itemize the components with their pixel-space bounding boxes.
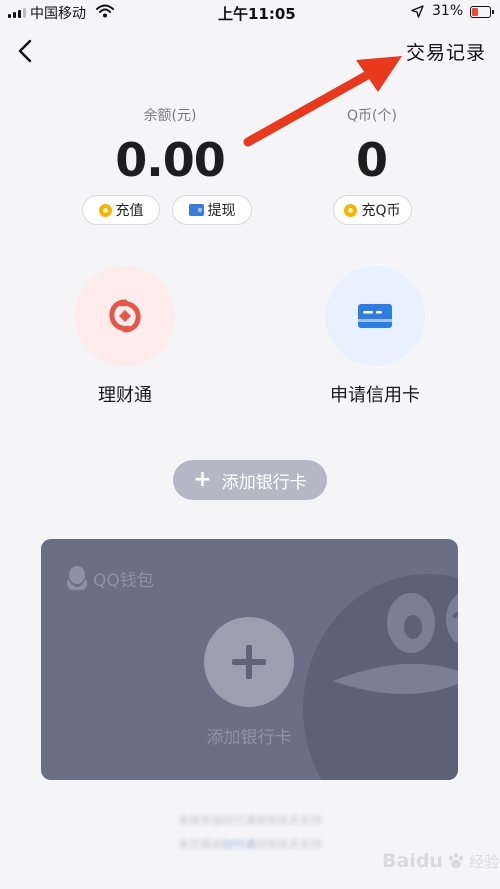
balance-label: 余额(元) (143, 108, 197, 124)
withdraw-button[interactable]: 提现 (172, 195, 252, 225)
card-add-label: 添加银行卡 (206, 728, 292, 748)
coin-icon (98, 203, 112, 217)
watermark-text: Baidu (382, 850, 443, 872)
credit-card-icon (358, 304, 392, 328)
baidu-watermark: Baidu 经验 (382, 850, 499, 872)
transaction-record-link[interactable]: 交易记录 (406, 38, 486, 65)
balance-value: 0.00 (115, 133, 226, 187)
recharge-label: 充值 (115, 203, 144, 219)
licaitong-label[interactable]: 理财通 (75, 381, 175, 407)
location-arrow-icon (411, 5, 424, 22)
watermark-suffix: 经验 (468, 852, 499, 871)
coin-icon (344, 203, 358, 217)
add-bank-card-button[interactable]: + 添加银行卡 (173, 460, 327, 500)
footer-link[interactable]: 财付通 (223, 838, 256, 851)
wifi-icon (96, 4, 114, 22)
recharge-qcoin-label: 充Q币 (361, 203, 401, 219)
footer-link-line: 本页面由财付通提供技术支持 (165, 836, 335, 852)
footer-pre: 本页面由 (178, 838, 223, 851)
add-bank-card-label: 添加银行卡 (221, 472, 307, 493)
add-card-panel[interactable]: QQ钱包 添加银行卡 (41, 539, 458, 780)
credit-card-label[interactable]: 申请信用卡 (315, 381, 435, 407)
footer-text: 本服务由财付通提供技术支持 (178, 814, 322, 827)
chevron-left-icon (18, 39, 32, 63)
qcoin-value: 0 (355, 133, 388, 187)
signal-icon (8, 8, 26, 18)
battery-icon (470, 6, 494, 18)
licaitong-icon (109, 299, 141, 333)
battery-percent: 31% (432, 3, 464, 19)
licaitong-button[interactable] (75, 266, 175, 366)
credit-card-button[interactable] (325, 266, 425, 366)
status-bar: 中国移动 上午11:05 31% (0, 0, 500, 24)
carrier-name: 中国移动 (30, 6, 86, 22)
recharge-qcoin-button[interactable]: 充Q币 (333, 195, 412, 225)
withdraw-label: 提现 (207, 203, 236, 219)
qcoin-label: Q币(个) (347, 108, 397, 124)
add-card-plus-button[interactable] (204, 617, 294, 707)
back-button[interactable] (14, 38, 36, 68)
card-brand: QQ钱包 (65, 565, 154, 591)
recharge-button[interactable]: 充值 (82, 195, 160, 225)
plus-icon: + (193, 467, 212, 492)
status-time: 上午11:05 (218, 5, 296, 23)
footer-post: 提供技术支持 (255, 838, 322, 851)
wallet-icon (188, 204, 204, 216)
card-brand-text: QQ钱包 (93, 570, 154, 591)
paw-icon (448, 853, 464, 869)
plus-icon (232, 645, 266, 679)
qq-penguin-icon (67, 566, 87, 590)
